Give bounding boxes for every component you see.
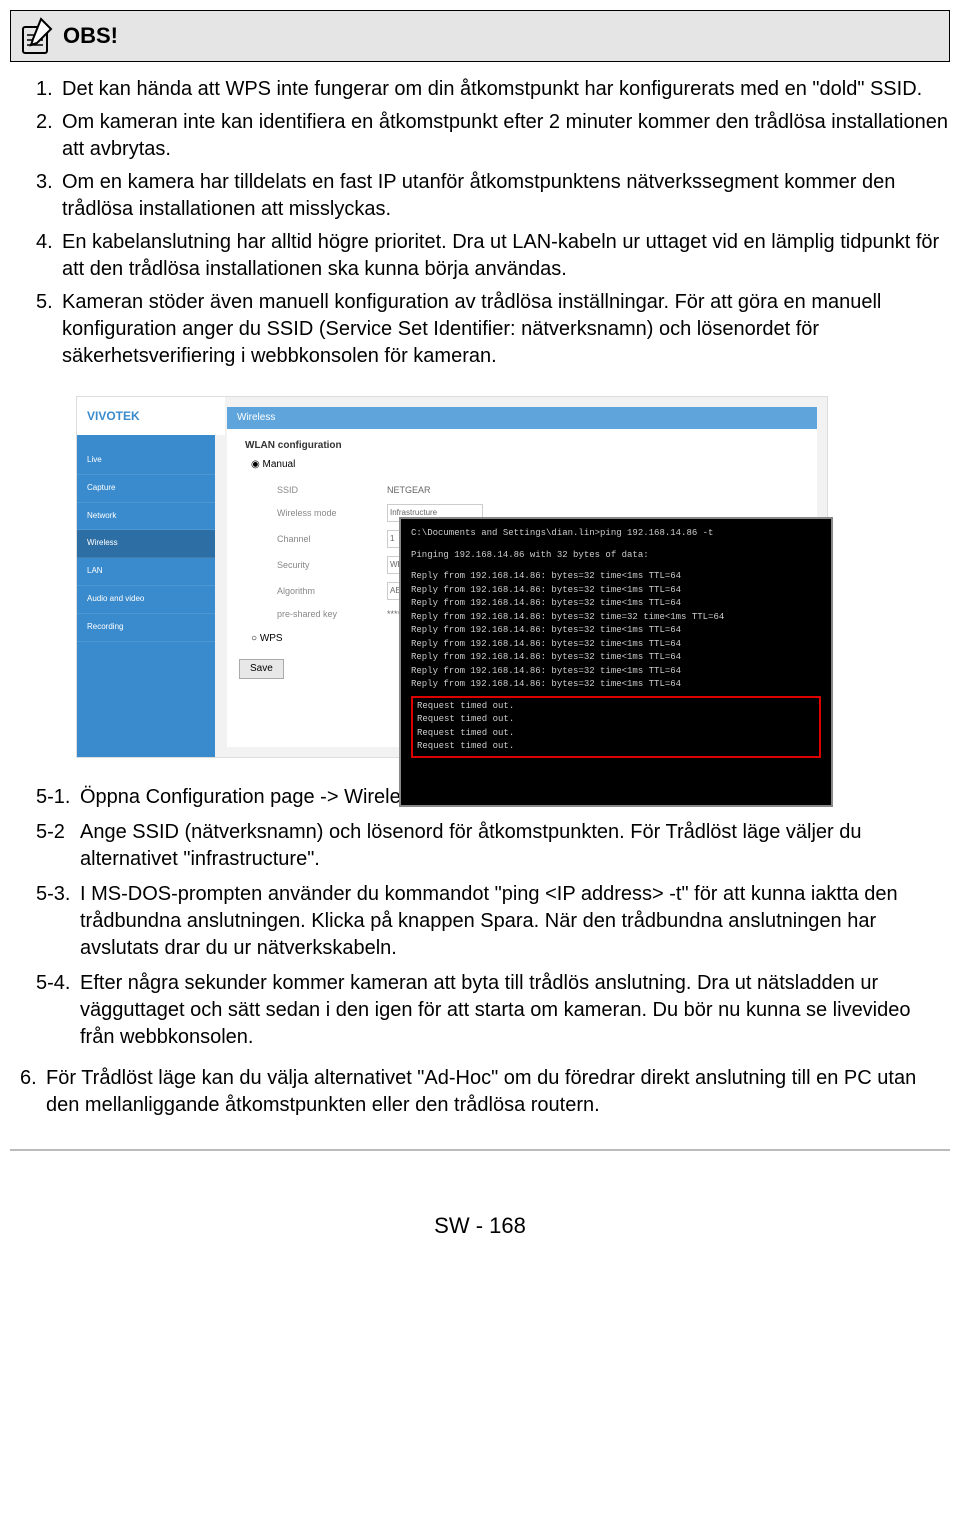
terminal-line: Reply from 192.168.14.86: bytes=32 time=… [411,611,821,625]
embedded-screenshot: VIVOTEK Live Capture Network Wireless LA… [76,396,828,758]
terminal-line: Pinging 192.168.14.86 with 32 bytes of d… [411,549,821,563]
terminal-line: Reply from 192.168.14.86: bytes=32 time<… [411,584,821,598]
obs-callout: OBS! [10,10,950,62]
terminal-line: Request timed out. [417,713,815,727]
radio-manual[interactable]: ◉ Manual [227,454,817,476]
terminal-line: Reply from 192.168.14.86: bytes=32 time<… [411,651,821,665]
list-item: Kameran stöder även manuell konfiguratio… [62,289,950,370]
sidebar-item[interactable]: Capture [77,475,215,503]
terminal-line: Reply from 192.168.14.86: bytes=32 time<… [411,597,821,611]
terminal-line: Request timed out. [417,727,815,741]
terminal-window: C:\Documents and Settings\dian.lin>ping … [399,517,833,807]
list-number: 1. [36,76,62,103]
list-item: Om kameran inte kan identifiera en åtkom… [62,109,950,163]
list-item: En kabelanslutning har alltid högre prio… [62,229,950,283]
list-item: Ange SSID (nätverksnamn) och lösenord fö… [80,819,950,873]
logo: VIVOTEK [77,397,225,435]
highlighted-timeout: Request timed out. Request timed out. Re… [411,696,821,758]
channel-label: Channel [277,533,387,545]
sidebar-item[interactable]: Live [77,447,215,475]
terminal-line: Request timed out. [417,740,815,754]
list-item: I MS-DOS-prompten använder du kommandot … [80,881,950,962]
terminal-line: Reply from 192.168.14.86: bytes=32 time<… [411,624,821,638]
sidebar-item[interactable]: Network [77,503,215,531]
algo-label: Algorithm [277,585,387,597]
list-number: 5-1. [36,784,80,811]
section-title: Wireless [227,407,817,429]
mode-label: Wireless mode [277,507,387,519]
list-item: Efter några sekunder kommer kameran att … [80,970,950,1051]
radio-label: WPS [260,633,283,644]
list-number: 4. [36,229,62,283]
terminal-line: Reply from 192.168.14.86: bytes=32 time<… [411,665,821,679]
list-number: 5-2 [36,819,80,873]
terminal-line: Reply from 192.168.14.86: bytes=32 time<… [411,638,821,652]
list-number: 5. [36,289,62,370]
radio-label: Manual [263,459,296,470]
numbered-list: 1.Det kan hända att WPS inte fungerar om… [10,76,950,370]
divider [10,1149,950,1151]
list-number: 2. [36,109,62,163]
security-label: Security [277,559,387,571]
sidebar-item[interactable]: LAN [77,558,215,586]
outer-list: 6.För Trådlöst läge kan du välja alterna… [10,1065,950,1119]
terminal-line: Request timed out. [417,700,815,714]
terminal-line: Reply from 192.168.14.86: bytes=32 time<… [411,678,821,692]
list-number: 6. [20,1065,46,1119]
list-item: Om en kamera har tilldelats en fast IP u… [62,169,950,223]
ssid-label: SSID [277,484,387,496]
list-number: 5-3. [36,881,80,962]
section-subtitle: WLAN configuration [227,429,817,455]
list-item: Det kan hända att WPS inte fungerar om d… [62,76,950,103]
pencil-note-icon [21,17,53,55]
save-button[interactable]: Save [239,659,284,679]
sidebar-nav: Live Capture Network Wireless LAN Audio … [77,447,215,642]
sidebar-item[interactable]: Audio and video [77,586,215,614]
sidebar-item[interactable]: Recording [77,614,215,642]
list-number: 5-4. [36,970,80,1051]
list-number: 3. [36,169,62,223]
sidebar-item-wireless[interactable]: Wireless [77,530,215,558]
page-number: SW - 168 [10,1211,950,1241]
sub-list: 5-1.Öppna Configuration page -> Wireless… [10,784,950,1051]
logo-text: VIVOTEK [87,408,140,424]
ssid-value: NETGEAR [387,484,477,496]
key-label: pre-shared key [277,608,387,620]
terminal-line: C:\Documents and Settings\dian.lin>ping … [411,527,821,541]
list-item: För Trådlöst läge kan du välja alternati… [46,1065,950,1119]
terminal-line: Reply from 192.168.14.86: bytes=32 time<… [411,570,821,584]
obs-title: OBS! [63,21,118,51]
